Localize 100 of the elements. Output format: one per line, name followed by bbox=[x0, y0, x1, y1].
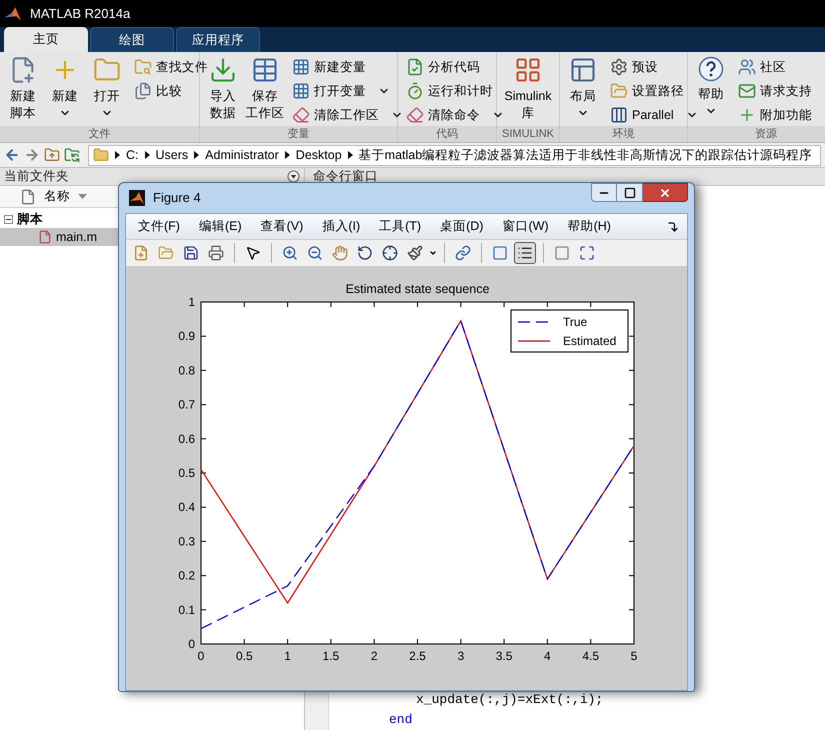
back-arrow-icon[interactable] bbox=[4, 147, 20, 163]
eraser-icon bbox=[292, 106, 310, 124]
breadcrumb-arrow-icon bbox=[115, 151, 120, 159]
breadcrumb-arrow-icon bbox=[284, 151, 290, 159]
forward-arrow-icon[interactable] bbox=[24, 147, 40, 163]
breadcrumb[interactable]: 基于matlab编程粒子滤波器算法适用于非线性非高斯情况下的跟踪估计源码程序 bbox=[358, 146, 812, 164]
menu-item[interactable]: 查看(V) bbox=[256, 217, 308, 236]
timer-icon bbox=[406, 82, 424, 100]
toolstrip-button[interactable]: 查找文件 bbox=[130, 56, 212, 78]
folder-icon bbox=[158, 245, 174, 261]
mail-icon bbox=[738, 82, 756, 100]
ribbon-tab[interactable]: 绘图 bbox=[90, 27, 174, 52]
toolstrip-button[interactable]: 保存 工作区 bbox=[246, 56, 284, 126]
section-label: SIMULINK bbox=[497, 126, 559, 142]
breadcrumb-arrow-icon bbox=[144, 151, 150, 159]
toolstrip-button[interactable]: 附加功能 bbox=[734, 104, 825, 126]
button-label: 保存 bbox=[252, 88, 278, 105]
button-label: 打开 bbox=[94, 88, 120, 105]
toolstrip-button[interactable]: 新建 bbox=[46, 56, 84, 126]
minimize-button[interactable] bbox=[591, 183, 617, 202]
hand-icon bbox=[332, 245, 348, 261]
layout-icon bbox=[569, 56, 597, 84]
toolstrip-button[interactable]: 请求支持 bbox=[734, 80, 825, 102]
button-label: 脚本 bbox=[10, 105, 36, 122]
folder-up-icon[interactable] bbox=[44, 147, 60, 163]
files-icon bbox=[134, 82, 152, 100]
folder-icon bbox=[93, 147, 109, 163]
menu-item[interactable]: 插入(I) bbox=[318, 217, 364, 236]
window-title: MATLAB R2014a bbox=[30, 4, 130, 23]
matlab-logo-icon bbox=[129, 190, 145, 206]
x-tick-label: 0.5 bbox=[236, 649, 253, 663]
panel-icon bbox=[579, 245, 595, 261]
plus-icon bbox=[738, 106, 756, 124]
collapse-icon[interactable] bbox=[4, 214, 13, 224]
toolstrip-button[interactable]: 比较 bbox=[130, 80, 212, 102]
toolstrip-button[interactable]: 打开变量 bbox=[288, 80, 407, 102]
dropdown-circle-icon[interactable] bbox=[287, 170, 300, 183]
breadcrumb[interactable]: Users bbox=[156, 146, 188, 164]
button-label: 帮助 bbox=[698, 86, 724, 103]
code-line: end bbox=[389, 712, 412, 727]
legend-label: True bbox=[563, 315, 588, 329]
breadcrumb-arrow-icon bbox=[348, 151, 353, 159]
folder-search-icon bbox=[134, 58, 152, 76]
maximize-button[interactable] bbox=[617, 183, 643, 202]
help-icon bbox=[698, 56, 724, 82]
toolstrip-button[interactable]: 布局 bbox=[564, 56, 602, 126]
breadcrumb[interactable]: C: bbox=[126, 146, 138, 164]
x-tick-label: 3.5 bbox=[496, 649, 512, 663]
file-icon bbox=[38, 230, 52, 244]
button-label: 布局 bbox=[570, 88, 596, 105]
y-tick-label: 0.2 bbox=[178, 568, 195, 583]
breadcrumb[interactable]: Desktop bbox=[296, 146, 342, 164]
menu-item[interactable]: 桌面(D) bbox=[436, 217, 488, 236]
zoom-in-icon bbox=[282, 245, 298, 261]
panel-title: 当前文件夹 bbox=[4, 168, 69, 186]
y-tick-label: 0.8 bbox=[178, 363, 195, 378]
file-check-icon bbox=[406, 58, 424, 76]
x-tick-label: 3 bbox=[457, 649, 464, 663]
toolbar-button[interactable] bbox=[514, 242, 536, 264]
code-line: x_update(:,j)=xExt(:,i); bbox=[416, 692, 604, 707]
ribbon-tab[interactable]: 应用程序 bbox=[176, 27, 260, 52]
caret-icon[interactable] bbox=[429, 249, 437, 257]
eraser-icon bbox=[406, 106, 424, 124]
button-label: 导入 bbox=[210, 88, 236, 105]
close-icon bbox=[659, 186, 671, 198]
sort-caret-icon bbox=[78, 194, 87, 199]
link-icon bbox=[455, 245, 471, 261]
crosshair-icon bbox=[382, 245, 398, 261]
y-tick-label: 1 bbox=[188, 295, 195, 309]
ribbon-tab[interactable]: 主页 bbox=[4, 27, 88, 52]
save-icon bbox=[183, 245, 199, 261]
matlab-logo-icon bbox=[4, 4, 22, 22]
toolstrip-button[interactable]: 打开 bbox=[88, 56, 126, 126]
legend-label: Estimated bbox=[563, 334, 616, 348]
breadcrumb[interactable]: Administrator bbox=[205, 146, 279, 164]
menu-item[interactable]: 文件(F) bbox=[134, 217, 184, 236]
menu-item[interactable]: 编辑(E) bbox=[194, 217, 246, 236]
button-label: 新建 bbox=[10, 88, 36, 105]
zoom-out-icon bbox=[307, 245, 323, 261]
menu-item[interactable]: 工具(T) bbox=[375, 217, 426, 236]
y-tick-label: 0.9 bbox=[178, 329, 195, 344]
folder-sync-icon[interactable] bbox=[64, 147, 80, 163]
toolstrip-button[interactable]: 新建 脚本 bbox=[4, 56, 42, 126]
panel-title: 命令行窗口 bbox=[313, 168, 378, 186]
grid-blocks-icon bbox=[514, 56, 542, 84]
brush-icon bbox=[407, 245, 423, 261]
menu-item[interactable]: 帮助(H) bbox=[564, 217, 615, 236]
toolstrip-button[interactable]: 社区 bbox=[734, 56, 825, 78]
rotate-icon bbox=[357, 245, 373, 261]
chart-title: Estimated state sequence bbox=[346, 282, 490, 296]
tree-folder-row[interactable]: 脚本 bbox=[0, 210, 47, 228]
x-tick-label: 4 bbox=[544, 649, 551, 663]
dock-arrow-icon[interactable] bbox=[667, 220, 679, 232]
section-label: 文件 bbox=[0, 126, 199, 142]
x-tick-label: 0 bbox=[198, 649, 204, 663]
menu-item[interactable]: 窗口(W) bbox=[498, 217, 553, 236]
square-icon bbox=[554, 245, 570, 261]
section-label: 资源 bbox=[688, 126, 825, 142]
x-tick-label: 1.5 bbox=[322, 649, 340, 663]
close-button[interactable] bbox=[643, 183, 688, 202]
